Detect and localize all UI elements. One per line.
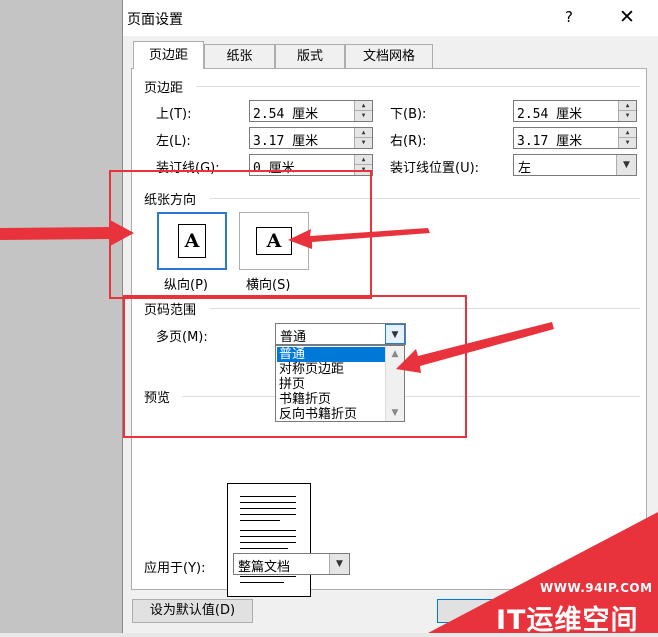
annotation-box-orientation bbox=[109, 170, 372, 299]
spin-up-icon[interactable]: ▲ bbox=[618, 101, 636, 111]
margins-group-title: 页边距 bbox=[144, 81, 184, 96]
set-default-button[interactable]: 设为默认值(D) bbox=[132, 599, 253, 623]
spin-up-icon[interactable]: ▲ bbox=[618, 128, 636, 138]
gutter-position-label: 装订线位置(U): bbox=[390, 161, 480, 176]
spin-up-icon[interactable]: ▲ bbox=[354, 101, 372, 111]
chevron-down-icon[interactable]: ▼ bbox=[616, 155, 636, 175]
help-button[interactable]: ? bbox=[555, 3, 583, 31]
tab-margins[interactable]: 页边距 bbox=[133, 41, 204, 69]
apply-to-select[interactable]: 整篇文档 ▼ bbox=[233, 553, 350, 575]
spin-down-icon[interactable]: ▼ bbox=[618, 138, 636, 148]
apply-to-value: 整篇文档 bbox=[238, 560, 291, 575]
close-button[interactable]: ✕ bbox=[609, 3, 645, 31]
tab-document-grid[interactable]: 文档网格 bbox=[345, 44, 433, 68]
watermark-brand: IT运维空间 bbox=[496, 605, 639, 636]
annotation-box-pages bbox=[123, 295, 467, 438]
right-margin-spinner[interactable]: 3.17 厘米 ▲ ▼ bbox=[513, 127, 637, 149]
spin-down-icon[interactable]: ▼ bbox=[618, 111, 636, 121]
top-margin-label: 上(T): bbox=[156, 107, 192, 122]
margins-group-divider bbox=[196, 86, 640, 87]
watermark-url: WWW.94IP.COM bbox=[540, 581, 653, 595]
bottom-margin-label: 下(B): bbox=[390, 107, 427, 122]
bottom-margin-value: 2.54 厘米 bbox=[517, 107, 583, 122]
spin-up-icon[interactable]: ▲ bbox=[354, 155, 372, 165]
bottom-margin-spinner[interactable]: 2.54 厘米 ▲ ▼ bbox=[513, 100, 637, 122]
chevron-down-icon[interactable]: ▼ bbox=[329, 554, 349, 574]
right-margin-label: 右(R): bbox=[390, 134, 427, 149]
preview-page-thumbnail bbox=[227, 483, 311, 597]
background-window bbox=[0, 0, 122, 633]
top-margin-value: 2.54 厘米 bbox=[253, 107, 319, 122]
gutter-position-value: 左 bbox=[518, 161, 532, 176]
tab-paper[interactable]: 纸张 bbox=[204, 44, 275, 68]
left-margin-spinner[interactable]: 3.17 厘米 ▲ ▼ bbox=[249, 127, 373, 149]
dialog-title: 页面设置 bbox=[127, 12, 183, 28]
right-margin-value: 3.17 厘米 bbox=[517, 134, 583, 149]
top-margin-spinner[interactable]: 2.54 厘米 ▲ ▼ bbox=[249, 100, 373, 122]
title-bar: 页面设置 ? ✕ bbox=[123, 0, 658, 36]
spin-down-icon[interactable]: ▼ bbox=[354, 138, 372, 148]
spin-down-icon[interactable]: ▼ bbox=[354, 111, 372, 121]
gutter-position-select[interactable]: 左 ▼ bbox=[513, 154, 637, 176]
apply-to-label: 应用于(Y): bbox=[144, 561, 206, 576]
left-margin-label: 左(L): bbox=[156, 134, 191, 149]
spin-up-icon[interactable]: ▲ bbox=[354, 128, 372, 138]
left-margin-value: 3.17 厘米 bbox=[253, 134, 319, 149]
tab-layout[interactable]: 版式 bbox=[275, 44, 345, 68]
